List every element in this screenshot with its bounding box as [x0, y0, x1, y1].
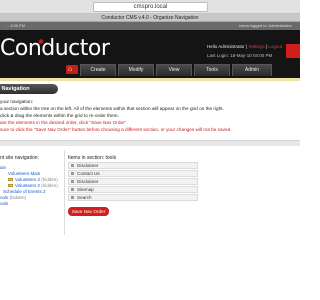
divider-band	[0, 140, 300, 146]
tree-item-label: Volunteers 2	[15, 183, 41, 188]
tree-item[interactable]: Schedule of Events 2	[3, 189, 46, 194]
tab-admin[interactable]: Admin	[232, 64, 272, 76]
top-strip-right-text: Users logged in: Administrator	[238, 23, 292, 28]
tree-item-label: ain	[0, 165, 7, 170]
gear-icon: ✱	[38, 39, 44, 46]
instruction-line: sure to click the "Save Nav Order" butto…	[0, 127, 232, 132]
instruction-line: your navigation:	[0, 99, 34, 104]
instruction-line: are the elements in the desired order, c…	[0, 120, 128, 125]
nav-item-label: Disclaimer	[77, 179, 99, 184]
nav-item-label: Search	[77, 195, 92, 200]
home-button[interactable]: ⌂	[66, 65, 78, 74]
drag-handle-icon[interactable]	[71, 164, 74, 168]
section-title-text: Navigation	[1, 86, 30, 92]
logo: Conductor	[0, 36, 110, 61]
instruction-line: click & drag the elements within the gri…	[0, 113, 119, 118]
tree-item-label: ools	[0, 201, 9, 206]
tab-view[interactable]: View	[156, 64, 192, 76]
home-icon: ⌂	[68, 66, 73, 73]
drag-handle-icon[interactable]	[71, 196, 74, 200]
tab-create[interactable]: Create	[80, 64, 116, 76]
user-name: Hello Administrator	[207, 44, 245, 49]
logout-link[interactable]: Logout	[268, 44, 282, 49]
tree-item[interactable]: ools (hidden)	[0, 195, 26, 200]
tree-item[interactable]: ools	[0, 201, 8, 206]
url-field[interactable]: cmspro.local	[93, 2, 208, 12]
nav-item-row[interactable]: Disclaimer	[68, 162, 198, 169]
tree-item[interactable]: ain	[0, 165, 6, 170]
instructions: your navigation: a section within the tr…	[0, 98, 300, 133]
tab-tools[interactable]: Tools	[194, 64, 230, 76]
folder-icon	[8, 184, 13, 188]
section-title: Navigation	[0, 84, 58, 94]
hidden-tag: (hidden)	[41, 177, 58, 182]
header-accent-band	[0, 78, 300, 81]
save-nav-order-button[interactable]: Save Nav Order	[68, 207, 109, 216]
tree-item[interactable]: Volunteers Main	[8, 171, 40, 176]
nav-item-row[interactable]: Search	[68, 194, 198, 201]
tree-item-label: Volunteers 2	[15, 177, 41, 182]
instruction-line: a section within the tree on the left. A…	[0, 106, 224, 111]
last-login: Last Login: 18-May-10 04:00 PM	[207, 53, 273, 58]
tree-item[interactable]: Volunteers 2 (hidden)	[8, 183, 58, 188]
nav-item-row[interactable]: Sitemap	[68, 186, 198, 193]
header-badge[interactable]	[286, 44, 300, 58]
tree-title: nt site navigation:	[0, 155, 39, 161]
tree-item-label: ools	[0, 195, 9, 200]
drag-handle-icon[interactable]	[71, 172, 74, 176]
tree-item[interactable]: Volunteers 2 (hidden)	[8, 177, 58, 182]
browser-tab-title[interactable]: Conductor CMS v.4.0 - Organize Navigatio…	[0, 14, 300, 22]
tree-item-label: Volunteers Main	[8, 171, 41, 176]
folder-icon	[8, 178, 13, 182]
tab-modify[interactable]: Modify	[118, 64, 154, 76]
tree-item-label: Schedule of Events 2	[3, 189, 46, 194]
nav-item-label: Sitemap	[77, 187, 94, 192]
hidden-tag: (hidden)	[9, 195, 27, 200]
user-greeting: Hello Administrator | Settings | Logout	[207, 44, 283, 49]
nav-item-row[interactable]: Contact Us	[68, 170, 198, 177]
drag-handle-icon[interactable]	[71, 188, 74, 192]
hidden-tag: (hidden)	[41, 183, 58, 188]
drag-handle-icon[interactable]	[71, 180, 74, 184]
nav-item-row[interactable]: Disclaimer	[68, 178, 198, 185]
nav-item-label: Disclaimer	[77, 163, 99, 168]
settings-link[interactable]: Settings	[248, 44, 264, 49]
browser-toolbar: cmspro.local	[0, 0, 300, 14]
nav-item-label: Contact Us	[77, 171, 100, 176]
items-title: Items in section: tools	[68, 155, 117, 161]
top-strip-left-text: … 4:05 PM	[5, 23, 26, 28]
